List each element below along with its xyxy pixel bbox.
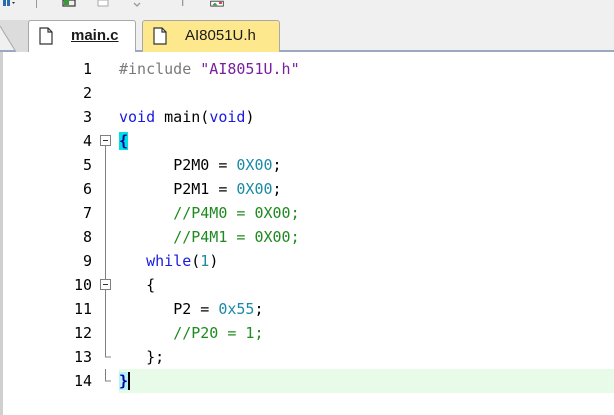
semicolon: ; — [272, 180, 282, 198]
code-line: 6 P2M1 = 0X00; — [0, 177, 614, 201]
line-number: 12 — [73, 324, 92, 342]
number-literal: 0X00 — [236, 156, 273, 174]
code-line: 5 P2M0 = 0X00; — [0, 153, 614, 177]
line-number: 3 — [82, 108, 92, 126]
line-number: 8 — [82, 228, 92, 246]
comment: //P20 = 1; — [173, 324, 264, 342]
fold-line-icon — [105, 321, 106, 345]
preprocessor-directive: #include — [119, 60, 192, 78]
current-code-line: 14 } — [0, 369, 614, 393]
line-number: 9 — [82, 252, 92, 270]
toolbar-dropdown-icon[interactable] — [2, 0, 16, 8]
brace: { — [146, 276, 156, 294]
line-number: 5 — [82, 156, 92, 174]
matched-brace: { — [119, 132, 129, 150]
fold-collapse-icon[interactable] — [99, 273, 113, 297]
comment: //P4M1 = 0X00; — [173, 228, 300, 246]
current-line-highlight — [119, 369, 614, 393]
toolbar-arrow-icon[interactable] — [176, 0, 190, 8]
fold-collapse-icon[interactable] — [99, 129, 113, 153]
keyword: void — [119, 108, 156, 126]
document-icon — [153, 27, 167, 45]
fold-line-icon — [105, 225, 106, 249]
function-name: main( — [155, 108, 210, 126]
number-literal: 0X00 — [236, 180, 273, 198]
identifier: P2 = — [173, 300, 219, 318]
code-line: 11 P2 = 0x55; — [0, 297, 614, 321]
fold-line-icon — [105, 297, 106, 321]
brace: }; — [146, 348, 165, 366]
code-line: 4 { — [0, 129, 614, 153]
paren: ( — [191, 252, 201, 270]
code-line: 13 }; — [0, 345, 614, 369]
line-number: 11 — [73, 300, 92, 318]
tab-label: main.c — [71, 27, 119, 44]
string-literal: "AI8051U.h" — [200, 60, 300, 78]
tab-corner-decoration — [0, 20, 30, 52]
tab-label: AI8051U.h — [185, 27, 256, 44]
fold-line-icon — [105, 177, 106, 201]
code-line: 1 #include "AI8051U.h" — [0, 57, 614, 81]
number-literal: 1 — [200, 252, 210, 270]
tab-ai8051u-h[interactable]: AI8051U.h — [142, 20, 280, 52]
line-number: 10 — [73, 276, 92, 294]
line-number: 14 — [73, 372, 92, 390]
toolbar-window-icon[interactable] — [62, 0, 76, 8]
code-line: 8 //P4M1 = 0X00; — [0, 225, 614, 249]
fold-line-icon — [105, 201, 106, 225]
code-line: 7 //P4M0 = 0X00; — [0, 201, 614, 225]
toolbar-image-icon[interactable] — [210, 0, 224, 8]
tab-bar: main.c AI8051U.h — [0, 16, 614, 52]
code-line: 3 void main(void) — [0, 105, 614, 129]
paren: ) — [209, 252, 219, 270]
identifier: P2M1 = — [173, 180, 237, 198]
code-line: 12 //P20 = 1; — [0, 321, 614, 345]
semicolon: ; — [254, 300, 264, 318]
number-literal: 0x55 — [218, 300, 255, 318]
line-number: 2 — [82, 84, 92, 102]
fold-end-icon — [105, 345, 111, 358]
document-icon — [39, 27, 53, 45]
keyword: while — [146, 252, 192, 270]
code-line: 2 — [0, 81, 614, 105]
code-line: 10 { — [0, 273, 614, 297]
code-line: 9 while(1) — [0, 249, 614, 273]
keyword: void — [209, 108, 246, 126]
line-number: 7 — [82, 204, 92, 222]
paren: ) — [245, 108, 255, 126]
identifier: P2M0 = — [173, 156, 237, 174]
code-editor[interactable]: 1 #include "AI8051U.h" 2 3 void main(voi… — [0, 52, 614, 415]
tab-main-c[interactable]: main.c — [28, 20, 136, 52]
toolbar — [0, 0, 614, 16]
fold-line-icon — [105, 153, 106, 177]
fold-line-icon — [105, 249, 106, 273]
toolbar-blank-icon[interactable] — [96, 0, 110, 8]
fold-end-icon — [105, 369, 111, 382]
line-number: 1 — [82, 60, 92, 78]
comment: //P4M0 = 0X00; — [173, 204, 300, 222]
toolbar-separator-icon — [36, 0, 37, 8]
semicolon: ; — [272, 156, 282, 174]
line-number: 13 — [73, 348, 92, 366]
line-number: 6 — [82, 180, 92, 198]
matched-brace: } — [119, 372, 131, 390]
line-number: 4 — [82, 132, 92, 150]
toolbar-arrow-icon[interactable] — [130, 0, 144, 8]
